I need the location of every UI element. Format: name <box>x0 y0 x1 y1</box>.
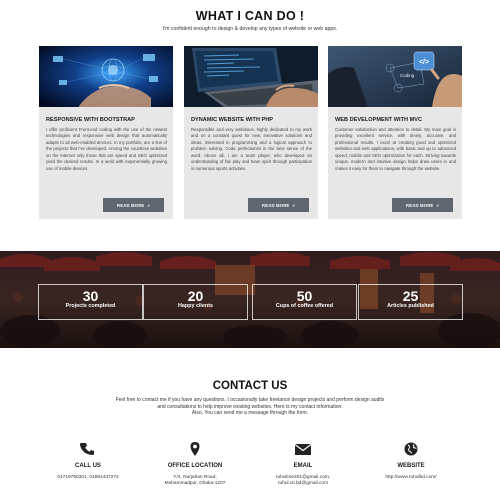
chevron-right-icon: » <box>292 202 295 208</box>
contact-label-email: EMAIL <box>293 463 313 469</box>
service-card-bootstrap: RESPONSIVE WITH BOOTSTRAP I offer profic… <box>39 46 173 219</box>
stats-band: 30 Projects completed 20 Happy clients 5… <box>0 251 500 348</box>
stat-label: Articles published <box>387 303 434 309</box>
phone-icon <box>78 441 98 457</box>
coding-label: Coding <box>400 73 415 78</box>
what-i-can-do-title: WHAT I CAN DO ! <box>195 9 305 23</box>
card-description: Customer satisfaction and attention to d… <box>335 127 456 171</box>
contact-value-line: ruhul.cit.bd@gmail.com <box>277 481 329 487</box>
contact-title: CONTACT US <box>212 380 288 392</box>
contact-description-line: Also, You can send me a message through … <box>191 410 309 417</box>
contact-description-line: Feel free to contact me if you have any … <box>115 397 385 403</box>
card-title: WEB DEVELOPMENT WITH MVC <box>335 117 423 123</box>
card-description: I offer proficient Front-end coding with… <box>46 127 167 171</box>
what-i-can-do-subtitle: I'm confident enough to design & develop… <box>162 26 338 32</box>
read-more-label: READ MORE <box>262 202 290 208</box>
stat-number: 30 <box>82 288 99 304</box>
card-description: Responsible and very ambitious, highly d… <box>191 127 312 171</box>
bootstrap-hand-globe-image <box>39 46 173 107</box>
code-label: </> <box>419 59 429 66</box>
contact-label-call: CALL US <box>75 463 101 469</box>
laptop-typing-image <box>184 46 318 107</box>
read-more-label: READ MORE <box>117 202 145 208</box>
contact-value-line: 01719750301, 01881447272 <box>57 475 119 480</box>
stat-number: 50 <box>296 288 313 304</box>
read-more-button[interactable]: READ MORE » <box>248 198 309 212</box>
service-card-mvc: </> Coding WEB DEVELOPMENT WITH MVC Cust… <box>328 46 462 219</box>
chevron-right-icon: » <box>436 202 439 208</box>
contact-website-link[interactable]: http://www.ruhulbd.com/ <box>356 475 466 481</box>
envelope-icon <box>293 441 313 457</box>
stat-number: 25 <box>402 288 419 304</box>
contact-value-line: Mohammadpur, Dhaka-1207 <box>164 481 226 487</box>
touch-coding-diagram-image: </> Coding <box>328 46 462 107</box>
contact-emails[interactable]: ruhulcse301@gmail.com, ruhul.cit.bd@gmai… <box>248 475 358 487</box>
read-more-label: READ MORE <box>406 202 434 208</box>
contact-description: Feel free to contact me if you have any … <box>60 397 440 417</box>
read-more-button[interactable]: READ MORE » <box>103 198 164 212</box>
globe-icon <box>401 441 421 457</box>
service-card-php: DYNAMIC WEBSITE WITH PHP Responsible and… <box>184 46 318 219</box>
chevron-right-icon: » <box>147 202 150 208</box>
stat-label: Projects completed <box>65 303 116 309</box>
contact-phone-numbers[interactable]: 01719750301, 01881447272 <box>33 475 143 481</box>
contact-value-line: http://www.ruhulbd.com/ <box>385 475 437 480</box>
contact-label-website: WEBSITE <box>397 463 425 469</box>
stat-label: Happy clients <box>177 303 214 309</box>
contact-description-line: and consultations to help improve existi… <box>157 403 343 410</box>
contact-address: Y/4, Nurjahan Road, Mohammadpur, Dhaka-1… <box>140 475 250 487</box>
stat-number: 20 <box>187 288 204 304</box>
contact-label-office: OFFICE LOCATION <box>167 463 223 469</box>
stat-label: Cups of coffee offered <box>275 303 334 309</box>
card-title: RESPONSIVE WITH BOOTSTRAP <box>46 117 135 123</box>
read-more-button[interactable]: READ MORE » <box>392 198 453 212</box>
card-title: DYNAMIC WEBSITE WITH PHP <box>191 117 274 123</box>
map-marker-icon <box>185 441 205 457</box>
